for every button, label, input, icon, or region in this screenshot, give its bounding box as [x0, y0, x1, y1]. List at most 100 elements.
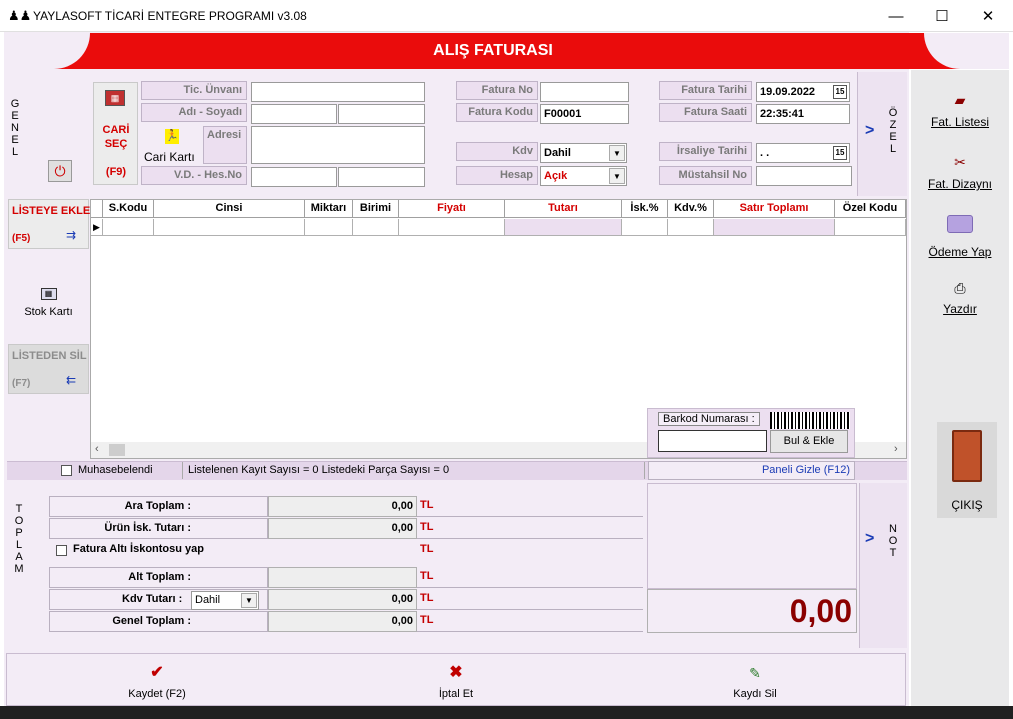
fatura-saati-input[interactable]: 22:35:41	[756, 104, 850, 124]
table-row-cell[interactable]	[714, 219, 835, 236]
table-row-cell[interactable]	[622, 219, 668, 236]
kdv-select[interactable]: Dahil ▼	[540, 143, 627, 163]
column-header-miktari[interactable]: Miktarı	[305, 200, 353, 218]
table-row-cell[interactable]	[154, 219, 305, 236]
close-button[interactable]: ✕	[965, 0, 1011, 32]
remove-from-list-icon: ⇇	[66, 373, 77, 387]
yazdir-button[interactable]: ⎙ Yazdır	[911, 280, 1009, 316]
fatura-kodu-input[interactable]: F00001	[540, 104, 629, 124]
fatura-no-input[interactable]	[540, 82, 629, 102]
cari-sec-button[interactable]: ▦ CARİ SEÇ (F9)	[93, 82, 138, 185]
expand-arrow-icon: >	[865, 122, 875, 139]
alt-toplam-value	[268, 567, 417, 588]
genel-toplam-label: Genel Toplam :	[49, 611, 268, 632]
column-header-isk[interactable]: İsk.%	[622, 200, 668, 218]
table-row-cell[interactable]	[353, 219, 399, 236]
adresi-input[interactable]	[251, 126, 425, 164]
vd-hesno-label: V.D. - Hes.No	[141, 166, 247, 185]
odeme-yap-button[interactable]: Ödeme Yap	[911, 215, 1009, 259]
window-title: YAYLASOFT TİCARİ ENTEGRE PROGRAMI v3.08	[33, 9, 307, 23]
not-toggle-button[interactable]: > N O T	[859, 483, 907, 648]
table-row-cell[interactable]	[399, 219, 505, 236]
listeden-sil-button[interactable]: LİSTEDEN SİL (F7) ⇇	[8, 344, 89, 394]
kaydi-sil-button[interactable]: ✎ Kaydı Sil	[715, 664, 795, 704]
fat-listesi-button[interactable]: ▰ Fat. Listesi	[911, 92, 1009, 129]
irsaliye-tarihi-input[interactable]: . . 15	[756, 143, 850, 163]
fat-dizayni-button[interactable]: ✂ Fat. Dizaynı	[911, 154, 1009, 191]
kaydet-button[interactable]: ✔ Kaydet (F2)	[107, 664, 207, 704]
scroll-right-icon[interactable]: ›	[894, 443, 898, 455]
kdv-tutari-select[interactable]: Dahil ▼	[191, 591, 259, 610]
not-textarea[interactable]	[647, 483, 857, 589]
column-header-ozel-kodu[interactable]: Özel Kodu	[835, 200, 906, 218]
maximize-button[interactable]: ☐	[919, 0, 965, 32]
table-row-cell[interactable]	[668, 219, 714, 236]
column-header-kdv[interactable]: Kdv.%	[668, 200, 714, 218]
odeme-yap-label: Ödeme Yap	[928, 245, 992, 259]
soyadi-input[interactable]	[338, 104, 425, 124]
adi-input[interactable]	[251, 104, 337, 124]
bul-ekle-button[interactable]: Bul & Ekle	[770, 430, 848, 453]
tic-unvani-input[interactable]	[251, 82, 425, 102]
fatura-alti-currency: TL	[420, 543, 434, 555]
calendar-icon[interactable]: 15	[833, 146, 847, 160]
yazdir-label: Yazdır	[943, 302, 977, 316]
kdv-tutari-select-value: Dahil	[195, 594, 221, 606]
cikis-button[interactable]: ÇIKIŞ	[937, 422, 997, 518]
stok-karti-icon: ▦	[40, 288, 57, 300]
mustahsil-input[interactable]	[756, 166, 852, 186]
hesno-input[interactable]	[338, 167, 425, 187]
listeye-ekle-button[interactable]: LİSTEYE EKLE (F5) ⇉	[8, 199, 90, 249]
barkod-panel: Barkod Numarası : Bul & Ekle	[647, 408, 855, 458]
printer-icon: ⎙	[954, 280, 966, 296]
listeden-sil-label: LİSTEDEN SİL	[12, 350, 87, 362]
minimize-button[interactable]: —	[873, 0, 919, 32]
chevron-down-icon[interactable]: ▼	[241, 593, 257, 608]
barkod-input[interactable]	[658, 430, 767, 452]
kaydi-sil-label: Kaydı Sil	[733, 688, 777, 700]
muhasebelendi-checkbox[interactable]	[61, 465, 72, 476]
column-header-satir-toplami[interactable]: Satır Toplamı	[714, 200, 835, 218]
big-total-display: 0,00	[647, 589, 857, 633]
hesap-select[interactable]: Açık ▼	[540, 166, 627, 186]
table-row-cell[interactable]	[505, 219, 622, 236]
genel-side-label: G E N E L	[10, 98, 20, 158]
column-header-skodu[interactable]: S.Kodu	[103, 200, 154, 218]
add-to-list-icon: ⇉	[66, 228, 77, 242]
table-row-cell[interactable]	[103, 219, 154, 236]
fatura-alti-iskonto-checkbox[interactable]	[56, 545, 67, 556]
cari-karti-button[interactable]: 🏃 Cari Kartı	[141, 126, 201, 166]
chevron-down-icon[interactable]: ▼	[609, 168, 625, 184]
fatura-tarihi-input[interactable]: 19.09.2022 15	[756, 82, 850, 102]
design-tools-icon: ✂	[954, 154, 966, 170]
iptal-button[interactable]: ✖ İptal Et	[416, 664, 496, 704]
delete-record-icon: ✎	[749, 665, 761, 681]
paneli-gizle-button[interactable]: Paneli Gizle (F12)	[648, 461, 855, 480]
column-header-tutari[interactable]: Tutarı	[505, 200, 622, 218]
fatura-kodu-label: Fatura Kodu	[456, 103, 538, 122]
calendar-icon[interactable]: 15	[833, 85, 847, 99]
fat-listesi-label: Fat. Listesi	[930, 115, 990, 129]
cari-sec-icon: ▦	[105, 90, 125, 106]
column-header-fiyati[interactable]: Fiyatı	[399, 200, 505, 218]
scrollbar-thumb[interactable]	[109, 444, 125, 456]
kdv-tutari-value: 0,00	[268, 589, 417, 610]
column-header-birimi[interactable]: Birimi	[353, 200, 399, 218]
listeden-sil-key: (F7)	[12, 378, 31, 389]
table-row-cell[interactable]	[305, 219, 353, 236]
ozel-toggle-button[interactable]: > Ö Z E L	[857, 72, 907, 196]
refresh-icon[interactable]: ⏻	[48, 160, 72, 182]
credit-card-icon	[947, 215, 973, 233]
fatura-tarihi-label: Fatura Tarihi	[659, 81, 752, 100]
stok-karti-label: Stok Kartı	[24, 306, 73, 318]
scroll-left-icon[interactable]: ‹	[95, 443, 99, 455]
cancel-x-icon: ✖	[449, 664, 463, 681]
ara-toplam-value: 0,00	[268, 496, 417, 517]
hesap-select-value: Açık	[544, 170, 568, 182]
vd-input[interactable]	[251, 167, 337, 187]
column-header-cinsi[interactable]: Cinsi	[154, 200, 305, 218]
ara-toplam-label: Ara Toplam :	[49, 496, 268, 517]
stok-karti-button[interactable]: ▦ Stok Kartı	[8, 288, 89, 328]
chevron-down-icon[interactable]: ▼	[609, 145, 625, 161]
table-row-cell[interactable]	[835, 219, 906, 236]
